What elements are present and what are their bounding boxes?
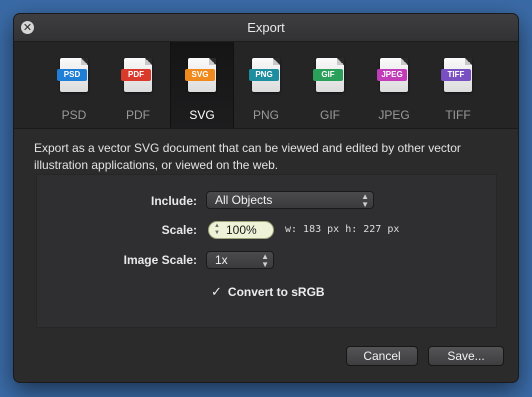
format-toolbar: PSD PSD PDF PDF SVG SVG PNG PNG GIF GIF … <box>14 42 518 129</box>
image-scale-label: Image Scale: <box>123 253 197 267</box>
scale-stepper[interactable]: ▲ ▼ 100% <box>208 221 274 239</box>
checkmark-icon: ✓ <box>211 285 222 300</box>
format-label: JPEG <box>378 108 410 122</box>
updown-arrows-icon: ▲ ▼ <box>361 192 369 209</box>
png-badge: PNG <box>249 69 279 81</box>
updown-arrows-icon: ▲ ▼ <box>261 252 269 269</box>
format-label: SVG <box>189 108 215 122</box>
format-gif-button[interactable]: GIF GIF <box>298 42 362 128</box>
format-tiff-button[interactable]: TIFF TIFF <box>426 42 490 128</box>
format-png-button[interactable]: PNG PNG <box>234 42 298 128</box>
image-scale-select[interactable]: 1x ▲ ▼ <box>206 251 274 269</box>
save-button[interactable]: Save... <box>428 346 504 366</box>
image-scale-value: 1x <box>215 253 228 267</box>
export-dialog: ✕ Export PSD PSD PDF PDF SVG SVG PNG PNG <box>14 14 518 382</box>
convert-srgb-checkbox[interactable]: ✓ Convert to sRGB <box>211 285 325 300</box>
title-bar: ✕ Export <box>14 14 518 42</box>
tiff-file-icon: TIFF <box>441 58 472 92</box>
convert-srgb-label: Convert to sRGB <box>227 285 325 299</box>
png-file-icon: PNG <box>249 58 280 92</box>
jpeg-badge: JPEG <box>377 69 407 81</box>
psd-badge: PSD <box>57 69 87 81</box>
format-jpeg-button[interactable]: JPEG JPEG <box>362 42 426 128</box>
window-title: Export <box>247 20 285 35</box>
tiff-badge: TIFF <box>441 69 471 81</box>
dimensions-readout: w: 183 px h: 227 px <box>285 224 400 235</box>
format-svg-button[interactable]: SVG SVG <box>170 42 234 128</box>
svg-file-icon: SVG <box>185 58 216 92</box>
cancel-button[interactable]: Cancel <box>346 346 418 366</box>
format-psd-button[interactable]: PSD PSD <box>42 42 106 128</box>
include-label: Include: <box>150 194 197 208</box>
jpeg-file-icon: JPEG <box>377 58 408 92</box>
psd-file-icon: PSD <box>57 58 88 92</box>
pdf-file-icon: PDF <box>121 58 152 92</box>
format-label: PNG <box>252 108 279 122</box>
scale-label: Scale: <box>161 223 197 237</box>
include-value: All Objects <box>215 193 273 207</box>
format-label: TIFF <box>445 108 471 122</box>
gif-file-icon: GIF <box>313 58 344 92</box>
pdf-badge: PDF <box>121 69 151 81</box>
svg-badge: SVG <box>185 69 215 81</box>
format-label: PDF <box>126 108 150 122</box>
format-description: Export as a vector SVG document that can… <box>34 141 461 172</box>
format-label: PSD <box>61 108 87 122</box>
format-label: GIF <box>320 108 340 122</box>
include-select[interactable]: All Objects ▲ ▼ <box>206 191 374 209</box>
options-panel: Include: All Objects ▲ ▼ Scale: ▲ ▼ 100% w… <box>36 174 497 328</box>
gif-badge: GIF <box>313 69 343 81</box>
scale-value: 100% <box>226 223 257 237</box>
format-pdf-button[interactable]: PDF PDF <box>106 42 170 128</box>
stepper-arrows-icon[interactable]: ▲ ▼ <box>214 223 220 237</box>
